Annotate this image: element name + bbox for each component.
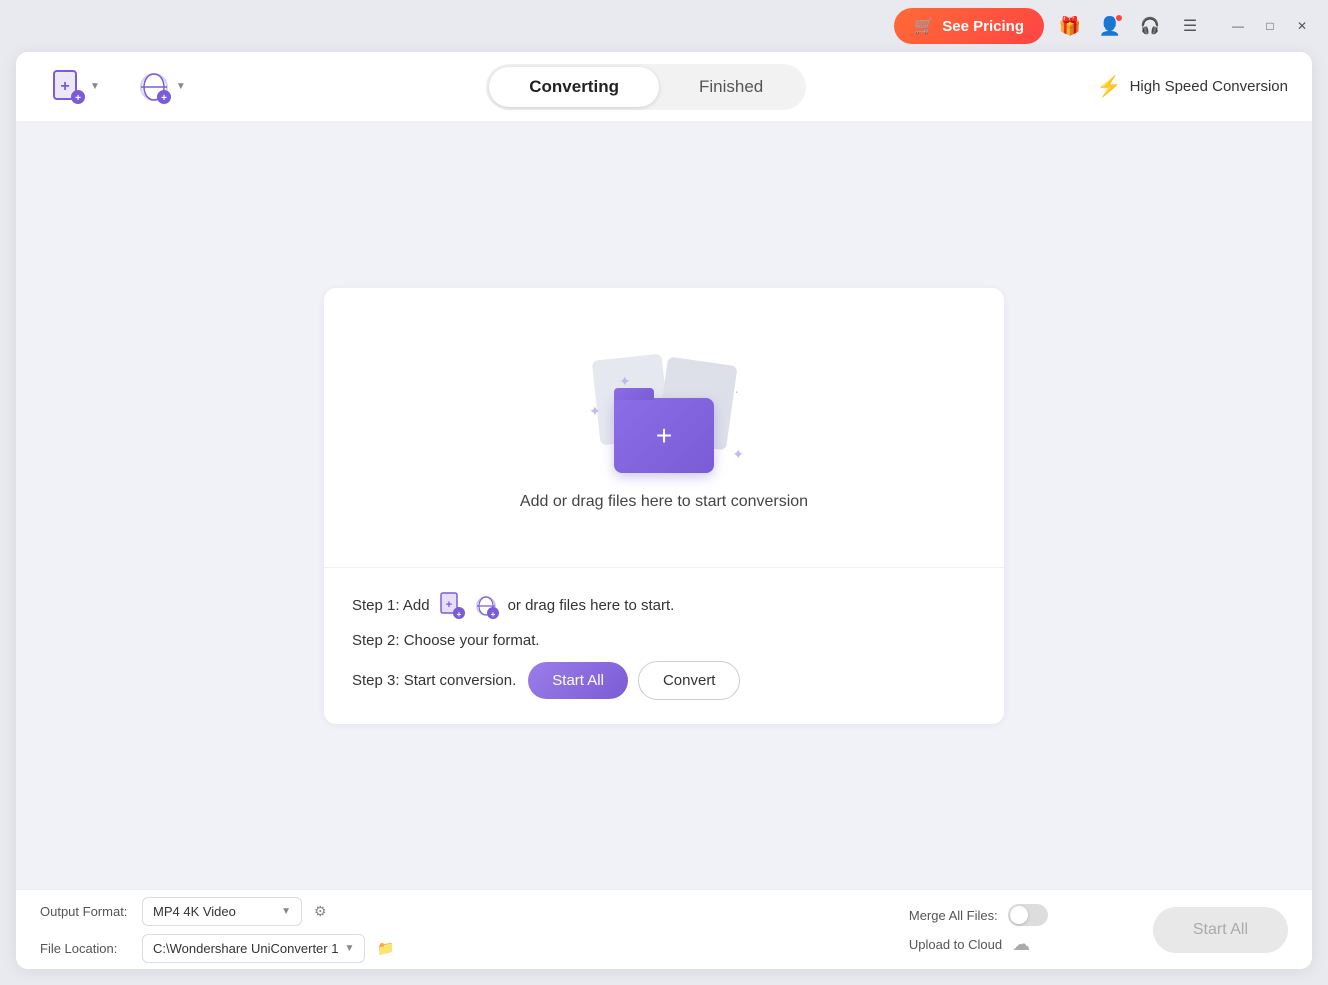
step3-prefix: Step 3: Start conversion.: [352, 672, 516, 689]
add-file-dropdown-arrow: ▼: [90, 81, 100, 92]
step-3-row: Step 3: Start conversion. Start All Conv…: [352, 661, 976, 700]
bottom-left: Output Format: MP4 4K Video ▼ ⚙ File Loc…: [40, 897, 885, 963]
user-button[interactable]: 👤: [1094, 10, 1126, 42]
convert-button[interactable]: Convert: [638, 661, 741, 700]
sparkle-1: ✦: [589, 403, 601, 420]
bottom-bar: Output Format: MP4 4K Video ▼ ⚙ File Loc…: [16, 889, 1312, 969]
output-format-label: Output Format:: [40, 904, 130, 919]
app-content: + ✦ ✦ ✦ · Add or drag files here to star…: [16, 122, 1312, 889]
close-button[interactable]: ✕: [1288, 12, 1316, 40]
gift-icon: 🎁: [1059, 16, 1081, 37]
tabs-container: Converting Finished: [486, 64, 806, 110]
format-dropdown-arrow: ▼: [281, 906, 291, 917]
format-settings-icon[interactable]: ⚙: [314, 903, 327, 920]
toggle-knob: [1010, 906, 1028, 924]
titlebar: 🛒 See Pricing 🎁 👤 🎧 ☰ — □ ✕: [0, 0, 1328, 52]
folder-open-icon[interactable]: 📁: [377, 940, 394, 957]
step-1-row: Step 1: Add + +: [352, 592, 976, 620]
convert-label: Convert: [663, 672, 716, 689]
headset-icon: 🎧: [1140, 16, 1160, 36]
location-dropdown-arrow: ▼: [344, 943, 354, 954]
upload-cloud-label: Upload to Cloud: [909, 937, 1002, 952]
drop-card: + ✦ ✦ ✦ · Add or drag files here to star…: [324, 288, 1004, 724]
folder-illustration: + ✦ ✦ ✦ ·: [584, 353, 744, 473]
add-file-icon: + +: [50, 69, 86, 105]
format-select[interactable]: MP4 4K Video ▼: [142, 897, 302, 926]
merge-files-toggle[interactable]: [1008, 904, 1048, 926]
step2-text: Step 2: Choose your format.: [352, 632, 540, 649]
app-window: + + ▼ + ▼: [16, 52, 1312, 969]
user-badge: [1115, 14, 1123, 22]
tab-finished[interactable]: Finished: [659, 67, 803, 107]
high-speed-label: High Speed Conversion: [1130, 78, 1288, 95]
mini-add-url-icon[interactable]: +: [472, 592, 500, 620]
svg-text:+: +: [445, 599, 451, 611]
step1-prefix: Step 1: Add: [352, 597, 430, 614]
file-location-row: File Location: C:\Wondershare UniConvert…: [40, 934, 885, 963]
output-format-row: Output Format: MP4 4K Video ▼ ⚙: [40, 897, 885, 926]
sparkle-2: ✦: [619, 373, 631, 390]
converting-tab-label: Converting: [529, 77, 619, 96]
format-value: MP4 4K Video: [153, 904, 236, 919]
location-value: C:\Wondershare UniConverter 1: [153, 941, 338, 956]
see-pricing-label: See Pricing: [942, 18, 1024, 35]
add-file-button[interactable]: + + ▼: [40, 63, 110, 111]
cloud-icon[interactable]: ☁: [1012, 934, 1030, 955]
titlebar-icons: 🎁 👤 🎧 ☰: [1054, 10, 1206, 42]
tab-converting[interactable]: Converting: [489, 67, 659, 107]
drop-zone[interactable]: + ✦ ✦ ✦ · Add or drag files here to star…: [324, 288, 1004, 568]
start-all-button[interactable]: Start All: [528, 662, 628, 699]
finished-tab-label: Finished: [699, 77, 763, 96]
svg-text:+: +: [60, 78, 69, 95]
minimize-button[interactable]: —: [1224, 12, 1252, 40]
location-select[interactable]: C:\Wondershare UniConverter 1 ▼: [142, 934, 365, 963]
drop-zone-text: Add or drag files here to start conversi…: [520, 493, 808, 511]
folder-plus-icon: +: [656, 422, 672, 450]
bolt-icon: ⚡: [1097, 74, 1122, 99]
gift-button[interactable]: 🎁: [1054, 10, 1086, 42]
start-all-main-button[interactable]: Start All: [1153, 907, 1288, 953]
headset-button[interactable]: 🎧: [1134, 10, 1166, 42]
svg-text:+: +: [456, 610, 461, 619]
maximize-icon: □: [1266, 19, 1273, 33]
app-header: + + ▼ + ▼: [16, 52, 1312, 122]
maximize-button[interactable]: □: [1256, 12, 1284, 40]
minimize-icon: —: [1232, 19, 1244, 33]
file-location-label: File Location:: [40, 941, 130, 956]
mini-add-file-icon[interactable]: + +: [438, 592, 466, 620]
start-all-label: Start All: [552, 672, 604, 689]
add-url-button[interactable]: + ▼: [126, 63, 196, 111]
folder-main: +: [614, 398, 714, 473]
upload-cloud-row: Upload to Cloud ☁: [909, 934, 1129, 955]
user-icon: 👤: [1099, 16, 1121, 37]
merge-files-label: Merge All Files:: [909, 908, 998, 923]
merge-files-row: Merge All Files:: [909, 904, 1129, 926]
menu-icon: ☰: [1183, 16, 1197, 36]
svg-text:+: +: [490, 610, 495, 619]
window-controls: — □ ✕: [1224, 12, 1316, 40]
sparkle-4: ·: [734, 383, 739, 399]
svg-text:+: +: [161, 93, 167, 104]
svg-text:+: +: [75, 93, 81, 104]
close-icon: ✕: [1297, 19, 1307, 33]
see-pricing-button[interactable]: 🛒 See Pricing: [894, 8, 1044, 44]
steps-section: Step 1: Add + +: [324, 568, 1004, 724]
step1-icons: + + +: [438, 592, 500, 620]
add-url-icon: +: [136, 69, 172, 105]
step1-suffix: or drag files here to start.: [508, 597, 675, 614]
start-all-main-label: Start All: [1193, 921, 1248, 938]
sparkle-3: ✦: [732, 446, 744, 463]
cart-icon: 🛒: [914, 16, 934, 36]
menu-button[interactable]: ☰: [1174, 10, 1206, 42]
step3-buttons: Start All Convert: [528, 661, 740, 700]
high-speed-section: ⚡ High Speed Conversion: [1097, 74, 1288, 99]
bottom-right-section: Merge All Files: Upload to Cloud ☁: [909, 904, 1129, 955]
header-left: + + ▼ + ▼: [40, 63, 196, 111]
tab-switcher: Converting Finished: [196, 64, 1097, 110]
step-2-row: Step 2: Choose your format.: [352, 632, 976, 649]
add-url-dropdown-arrow: ▼: [176, 81, 186, 92]
